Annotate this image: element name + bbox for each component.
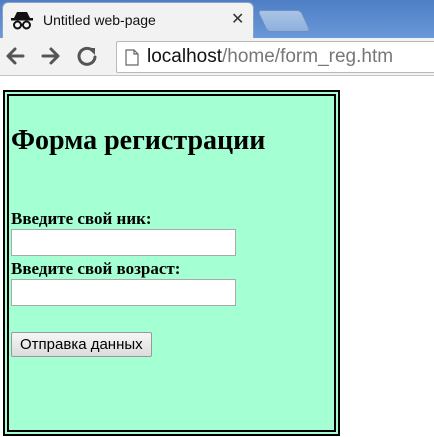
page-viewport: Форма регистрации Введите свой ник: Введ… xyxy=(0,77,434,437)
page-title: Форма регистрации xyxy=(11,125,266,156)
close-tab-icon[interactable]: ✕ xyxy=(231,11,244,27)
submit-button[interactable]: Отправка данных xyxy=(11,332,152,357)
incognito-icon xyxy=(11,12,33,30)
url-text: localhost/home/form_reg.htm xyxy=(147,46,393,68)
address-bar[interactable]: localhost/home/form_reg.htm xyxy=(116,41,434,73)
tab-strip: Untitled web-page ✕ xyxy=(0,0,434,38)
age-label: Введите свой возраст: xyxy=(11,259,181,278)
age-input[interactable] xyxy=(11,279,236,306)
tab-title: Untitled web-page xyxy=(43,12,156,28)
url-host: localhost xyxy=(147,46,222,67)
page-icon xyxy=(125,49,139,66)
browser-tab[interactable]: Untitled web-page ✕ xyxy=(2,2,254,38)
new-tab-button[interactable] xyxy=(256,10,312,32)
back-arrow-icon[interactable] xyxy=(4,45,26,67)
nickname-input[interactable] xyxy=(11,229,236,256)
registration-form: Форма регистрации Введите свой ник: Введ… xyxy=(3,90,340,436)
nickname-label: Введите свой ник: xyxy=(11,209,152,228)
url-path: /home/form_reg.htm xyxy=(222,46,394,67)
reload-icon[interactable] xyxy=(76,45,98,67)
forward-arrow-icon[interactable] xyxy=(40,45,62,67)
browser-toolbar: localhost/home/form_reg.htm xyxy=(0,38,434,76)
